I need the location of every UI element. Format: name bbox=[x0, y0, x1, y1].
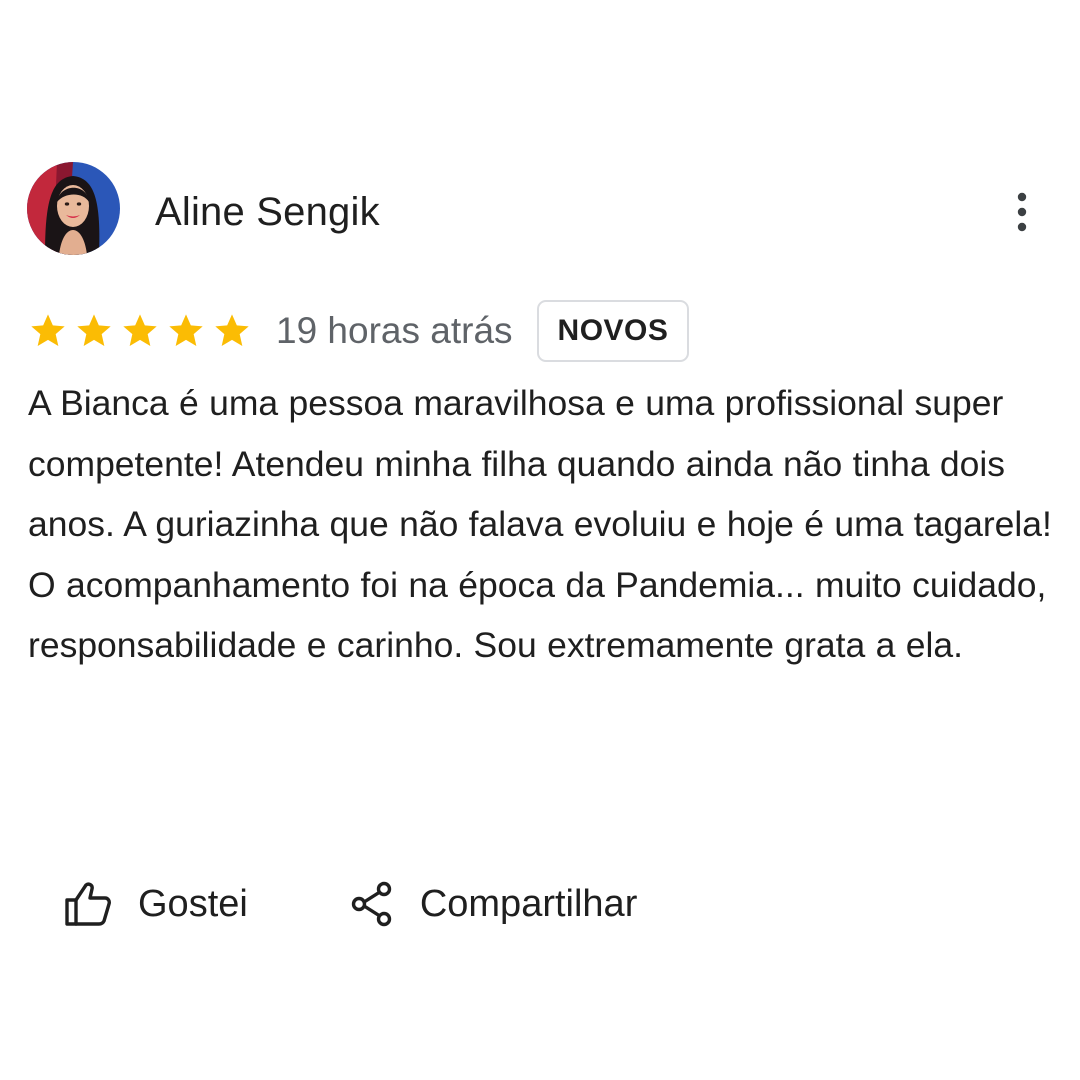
review-time: 19 horas atrás bbox=[276, 310, 513, 351]
share-icon bbox=[350, 881, 394, 927]
star-rating bbox=[28, 311, 252, 351]
star-icon bbox=[166, 311, 206, 351]
review-card: Aline Sengik 19 horas atrás NOVOS A Bian… bbox=[0, 0, 1080, 1080]
new-badge: NOVOS bbox=[536, 300, 690, 362]
avatar-photo bbox=[27, 162, 120, 255]
share-button[interactable]: Compartilhar bbox=[350, 881, 638, 927]
star-icon bbox=[212, 311, 252, 351]
review-meta-row: 19 horas atrás NOVOS bbox=[28, 300, 690, 362]
like-button[interactable]: Gostei bbox=[64, 881, 248, 927]
more-vertical-icon bbox=[1017, 192, 1027, 232]
avatar[interactable] bbox=[27, 162, 120, 255]
review-actions: Gostei Compartilhar bbox=[64, 872, 637, 936]
author-name[interactable]: Aline Sengik bbox=[155, 188, 380, 236]
review-text: A Bianca é uma pessoa maravilhosa e uma … bbox=[28, 383, 1052, 665]
like-label: Gostei bbox=[138, 882, 248, 925]
more-options-button[interactable] bbox=[1002, 190, 1042, 234]
star-icon bbox=[74, 311, 114, 351]
share-label: Compartilhar bbox=[419, 882, 638, 925]
star-icon bbox=[28, 311, 68, 351]
star-icon bbox=[120, 311, 160, 351]
thumb-up-icon bbox=[64, 881, 112, 927]
